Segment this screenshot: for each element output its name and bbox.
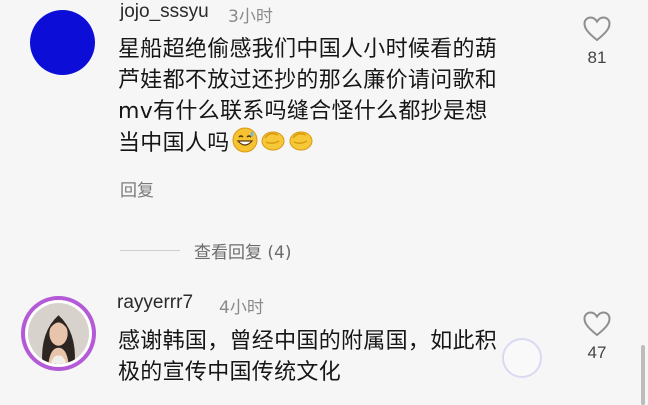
- comment-body: 感谢韩国，曾经中国的附属国，如此积 极的宣传中国传统文化: [118, 326, 558, 388]
- like-count: 47: [587, 343, 607, 362]
- heart-outline-icon: [583, 311, 611, 341]
- comment-line: 感谢韩国，曾经中国的附属国，如此积: [118, 329, 498, 354]
- comments-page: jojo_sssyu 3小时 星船超绝偷感我们中国人小时候看的葫 芦娃都不放过还…: [0, 0, 648, 405]
- like-button[interactable]: 47: [577, 311, 617, 363]
- comment-username[interactable]: rayyerrr7: [117, 292, 193, 314]
- scrollbar[interactable]: [641, 345, 645, 405]
- avatar-inner: [25, 300, 92, 367]
- comment-time: 4小时: [219, 298, 264, 318]
- comment-line: 极的宣传中国传统文化: [118, 360, 342, 385]
- touch-indicator: [502, 338, 542, 378]
- avatar-photo: [28, 303, 89, 364]
- avatar[interactable]: [21, 296, 96, 371]
- comment-item: rayyerrr7 4小时 感谢韩国，曾经中国的附属国，如此积 极的宣传中国传统…: [0, 0, 648, 405]
